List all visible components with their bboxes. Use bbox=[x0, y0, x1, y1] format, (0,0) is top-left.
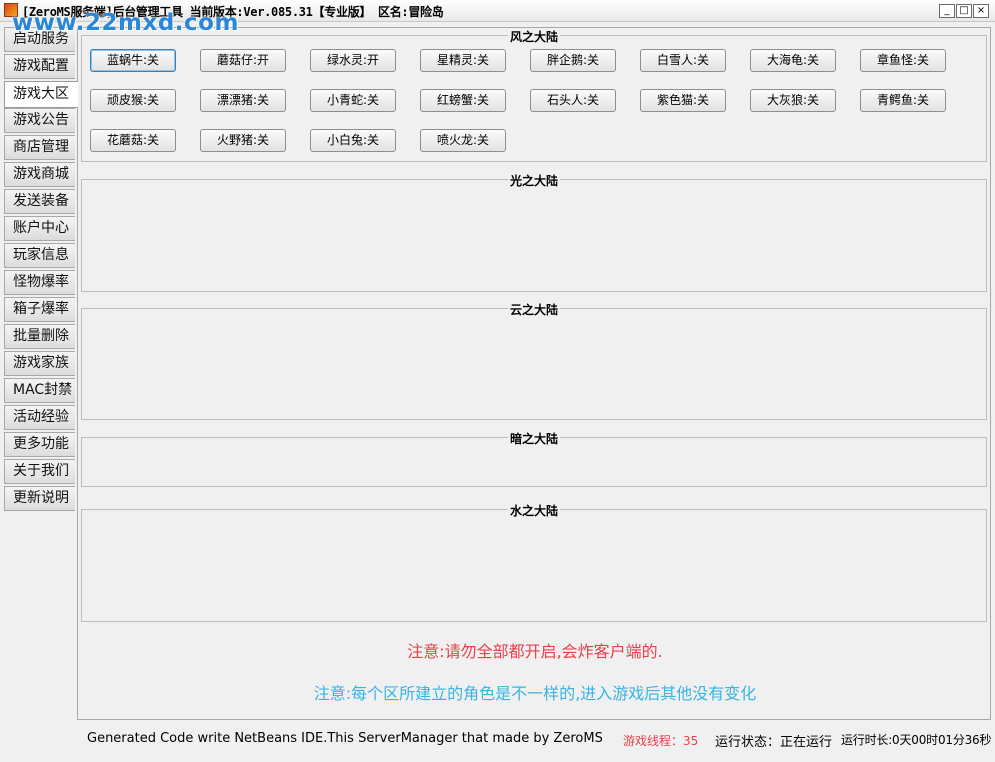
group-title-light: 光之大陆 bbox=[507, 174, 560, 188]
tab-update-notes[interactable]: 更新说明 bbox=[4, 486, 75, 511]
tab-batch-delete[interactable]: 批量删除 bbox=[4, 324, 75, 349]
group-dark-continent: 暗之大陆 bbox=[81, 432, 987, 487]
zone-button-snowman[interactable]: 白雪人:关 bbox=[640, 49, 726, 72]
zone-button-mushroom[interactable]: 蘑菇仔:开 bbox=[200, 49, 286, 72]
tab-game-family[interactable]: 游戏家族 bbox=[4, 351, 75, 376]
tab-shop-manage[interactable]: 商店管理 bbox=[4, 135, 75, 160]
zone-button-purple-cat[interactable]: 紫色猫:关 bbox=[640, 89, 726, 112]
tab-player-info[interactable]: 玩家信息 bbox=[4, 243, 75, 268]
thread-count: 游戏线程：35 bbox=[623, 734, 699, 748]
zone-button-pretty-pig[interactable]: 漂漂猪:关 bbox=[200, 89, 286, 112]
zone-button-fire-boar[interactable]: 火野猪:关 bbox=[200, 129, 286, 152]
maximize-button[interactable]: □ bbox=[956, 4, 972, 18]
tab-game-config[interactable]: 游戏配置 bbox=[4, 54, 75, 79]
group-wind-continent: 风之大陆 蓝蜗牛:关 蘑菇仔:开 绿水灵:开 星精灵:关 胖企鹅:关 白雪人:关… bbox=[81, 30, 987, 162]
zone-button-red-crab[interactable]: 红螃蟹:关 bbox=[420, 89, 506, 112]
group-cloud-continent: 云之大陆 bbox=[81, 303, 987, 420]
zone-panel: 风之大陆 蓝蜗牛:关 蘑菇仔:开 绿水灵:开 星精灵:关 胖企鹅:关 白雪人:关… bbox=[77, 27, 991, 720]
tab-game-mall[interactable]: 游戏商城 bbox=[4, 162, 75, 187]
zone-button-green-snake[interactable]: 小青蛇:关 bbox=[310, 89, 396, 112]
zone-button-sea-turtle[interactable]: 大海龟:关 bbox=[750, 49, 836, 72]
group-title-cloud: 云之大陆 bbox=[507, 303, 560, 317]
group-title-dark: 暗之大陆 bbox=[507, 432, 560, 446]
zone-button-blue-snail[interactable]: 蓝蜗牛:关 bbox=[90, 49, 176, 72]
tab-send-equipment[interactable]: 发送装备 bbox=[4, 189, 75, 214]
run-state: 运行状态：正在运行 bbox=[715, 735, 833, 750]
tab-event-exp[interactable]: 活动经验 bbox=[4, 405, 75, 430]
zone-button-white-rabbit[interactable]: 小白兔:关 bbox=[310, 129, 396, 152]
zone-button-green-crocodile[interactable]: 青鳄鱼:关 bbox=[860, 89, 946, 112]
close-button[interactable]: × bbox=[973, 4, 989, 18]
uptime: 运行时长:0天00时01分36秒 bbox=[841, 733, 992, 747]
watermark-logo: www.22mxd.com bbox=[12, 10, 239, 36]
zone-button-green-slime[interactable]: 绿水灵:开 bbox=[310, 49, 396, 72]
tab-more-features[interactable]: 更多功能 bbox=[4, 432, 75, 457]
group-light-continent: 光之大陆 bbox=[81, 174, 987, 292]
credit-text: Generated Code write NetBeans IDE.This S… bbox=[87, 731, 603, 746]
tab-monster-drop[interactable]: 怪物爆率 bbox=[4, 270, 75, 295]
info-note: 注意:每个区所建立的角色是不一样的,进入游戏后其他没有变化 bbox=[313, 684, 757, 703]
minimize-button[interactable]: _ bbox=[939, 4, 955, 18]
tab-mac-ban[interactable]: MAC封禁 bbox=[4, 378, 75, 403]
tab-about-us[interactable]: 关于我们 bbox=[4, 459, 75, 484]
warning-note: 注意:请勿全部都开启,会炸客户端的. bbox=[407, 642, 663, 661]
zone-button-star-pixie[interactable]: 星精灵:关 bbox=[420, 49, 506, 72]
zone-button-stone-golem[interactable]: 石头人:关 bbox=[530, 89, 616, 112]
zone-button-fat-penguin[interactable]: 胖企鹅:关 bbox=[530, 49, 616, 72]
zone-button-fire-dragon[interactable]: 喷火龙:关 bbox=[420, 129, 506, 152]
tab-box-drop[interactable]: 箱子爆率 bbox=[4, 297, 75, 322]
tab-game-zone[interactable]: 游戏大区 bbox=[4, 81, 78, 108]
tab-account-center[interactable]: 账户中心 bbox=[4, 216, 75, 241]
zone-button-flower-mushroom[interactable]: 花蘑菇:关 bbox=[90, 129, 176, 152]
tab-game-notice[interactable]: 游戏公告 bbox=[4, 108, 75, 133]
zone-button-grey-wolf[interactable]: 大灰狼:关 bbox=[750, 89, 836, 112]
zone-button-naughty-monkey[interactable]: 顽皮猴:关 bbox=[90, 89, 176, 112]
zone-button-octopus[interactable]: 章鱼怪:关 bbox=[860, 49, 946, 72]
group-water-continent: 水之大陆 bbox=[81, 504, 987, 622]
group-title-water: 水之大陆 bbox=[507, 504, 560, 518]
group-title-wind: 风之大陆 bbox=[507, 30, 560, 44]
